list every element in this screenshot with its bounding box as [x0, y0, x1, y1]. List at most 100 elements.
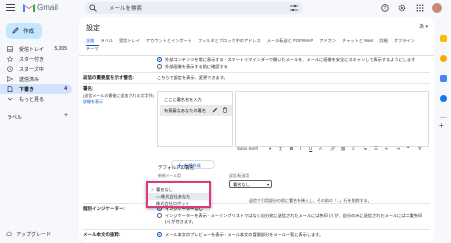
signature-label: 署名:	[83, 86, 94, 91]
upgrade-label: アップグレード	[16, 232, 52, 238]
search-icon[interactable]	[89, 4, 97, 12]
dropdown-option-1[interactable]: ○○株式会社あなた	[148, 193, 209, 200]
show-indicators-radio[interactable]	[157, 213, 162, 218]
sidebar-item-inbox[interactable]: 受信トレイ 5,205	[0, 44, 72, 54]
app-name: Gmail	[37, 3, 58, 12]
keep-icon[interactable]	[440, 55, 447, 62]
link-button[interactable]: 🔗	[330, 146, 336, 152]
numbered-list-button[interactable]: ≔	[363, 146, 368, 152]
indent-button[interactable]: ⇥	[396, 146, 400, 152]
quote-button[interactable]: ❝	[407, 146, 409, 152]
sidebar-item-snoozed[interactable]: スヌーズ中	[0, 64, 72, 74]
tab-accounts[interactable]: アカウントとインポート	[146, 37, 192, 45]
sidebar: 作成 受信トレイ 5,205 スター付き スヌーズ中 送信済み 下書き 4 もっ…	[0, 17, 76, 243]
sidebar-item-more[interactable]: もっと見る	[0, 94, 72, 104]
bullet-list-button[interactable]: ☰	[374, 146, 378, 152]
external-images-ask-label: 外部画像を表示する前に確認する	[165, 64, 228, 69]
divider	[83, 83, 430, 84]
sidebar-item-drafts[interactable]: 下書き 4	[0, 84, 72, 94]
top-bar: Gmail メールを検索 ?	[0, 0, 451, 17]
importance-label: 返信の重要度を示す警告:	[83, 75, 134, 80]
signature-item[interactable]: ここに署名名を入力	[160, 94, 232, 105]
remove-format-button[interactable]: T̸	[418, 146, 421, 151]
unread-count: 5,205	[54, 46, 67, 52]
dropdown-option-none[interactable]: ✓ 署名なし	[148, 186, 209, 193]
new-email-signature-label: 新規メール用	[158, 174, 181, 178]
search-input[interactable]: メールを検索	[109, 4, 142, 12]
font-size-button[interactable]: T̲	[279, 146, 282, 151]
image-button[interactable]: ▨	[341, 146, 345, 152]
align-button[interactable]: ≡	[352, 146, 355, 151]
reply-signature-value: 署名なし	[233, 182, 250, 187]
dropdown-option-label: 株式会社ロボット	[156, 201, 190, 206]
compose-label: 作成	[23, 29, 35, 35]
sidebar-item-starred[interactable]: スター付き	[0, 54, 72, 64]
tab-chat-meet[interactable]: チャットと Meet	[342, 37, 373, 45]
snippets-label: メール本文の抜粋:	[83, 232, 121, 237]
sidebar-item-sent[interactable]: 送信済み	[0, 74, 72, 84]
outdent-button[interactable]: ⇤	[385, 146, 389, 152]
sidebar-item-label: 送信済み	[19, 77, 40, 83]
menu-icon[interactable]	[6, 4, 15, 12]
calendar-icon[interactable]	[440, 35, 447, 42]
importance-text: こちらで設定を表示、変更できます。	[157, 75, 228, 80]
tab-forwarding[interactable]: メール転送と POP/IMAP	[267, 37, 314, 45]
show-snippets-label: メール本文のプレビューを表示 - メール本文の冒頭部分をメール一覧に表示します。	[165, 232, 324, 237]
font-select[interactable]: Sans Serif	[237, 146, 258, 151]
search-bar[interactable]: メールを検索	[84, 2, 303, 14]
add-label-button[interactable]: +	[64, 112, 68, 119]
tab-themes[interactable]: テーマ	[86, 45, 99, 53]
bold-button[interactable]: B	[290, 146, 293, 151]
tab-filters[interactable]: フィルタとブロック中のアドレス	[198, 37, 261, 45]
dropdown-option-2[interactable]: 株式会社ロボット	[148, 200, 209, 207]
get-addons-icon[interactable]: +	[439, 121, 444, 130]
apps-grid-icon[interactable]	[416, 4, 424, 12]
underline-button[interactable]: U	[309, 146, 312, 151]
gmail-logo-icon[interactable]	[23, 3, 35, 12]
tune-icon[interactable]	[290, 4, 298, 12]
signature-item-label: ここに署名名を入力	[164, 97, 202, 102]
divider	[83, 229, 430, 230]
sidebar-item-label: スター付き	[19, 57, 45, 63]
tasks-icon[interactable]	[440, 75, 447, 82]
signature-editor[interactable]	[235, 91, 429, 147]
text-color-button[interactable]: A	[319, 146, 322, 151]
tab-addons[interactable]: アドオン	[319, 37, 336, 45]
settings-tabs: 全般 ラベル 受信トレイ アカウントとインポート フィルタとブロック中のアドレス メール転…	[86, 37, 430, 53]
input-tools-toggle[interactable]: あ ▾	[419, 23, 428, 30]
show-indicators-label: インジケーターを表示 - メーリングリストではなく自分宛に送信されたメールには矢…	[165, 213, 423, 224]
formatting-toolbar: Sans Serif ▾ T̲ B I U A 🔗 ▨ ≡ ≔ ☰ ⇤ ⇥ ❝ …	[235, 144, 429, 154]
help-icon[interactable]: ?	[381, 4, 389, 12]
avatar[interactable]	[432, 3, 442, 13]
italic-button[interactable]: I	[300, 146, 301, 151]
external-images-ask-radio[interactable]	[157, 64, 162, 69]
edit-icon[interactable]	[212, 107, 218, 113]
chevron-down-icon: ▾	[269, 146, 272, 151]
sidebar-item-label: 受信トレイ	[19, 47, 45, 53]
signature-item-selected[interactable]: 有意義なあなたの署名	[160, 105, 232, 116]
reply-signature-select[interactable]: 署名なし ▾	[229, 180, 272, 188]
divider	[83, 72, 430, 73]
labels-heading: ラベル	[7, 115, 23, 121]
sidebar-item-label: 下書き	[19, 87, 35, 93]
contacts-icon[interactable]	[440, 95, 447, 102]
tab-labels[interactable]: ラベル	[100, 37, 113, 45]
tab-general[interactable]: 全般	[86, 37, 94, 45]
tab-inbox[interactable]: 受信トレイ	[119, 37, 140, 45]
sidebar-item-label: もっと見る	[19, 97, 45, 103]
compose-button[interactable]: 作成	[6, 23, 42, 39]
page-title: 設定	[86, 25, 100, 32]
trash-icon[interactable]	[222, 107, 228, 113]
send-icon	[7, 76, 13, 82]
gear-icon[interactable]	[398, 4, 406, 12]
show-snippets-radio[interactable]	[157, 232, 162, 237]
tab-advanced[interactable]: 詳細	[379, 37, 387, 45]
signature-learn-more-link[interactable]: 詳細を表示	[83, 99, 103, 105]
draft-count: 4	[64, 86, 67, 92]
pencil-icon	[12, 27, 19, 34]
sidebar-item-label: スヌーズ中	[19, 67, 44, 73]
divider	[83, 203, 430, 204]
reply-signature-label: 返信/転送用	[229, 174, 250, 178]
tab-offline[interactable]: オフライン	[394, 37, 415, 45]
external-images-on-radio[interactable]	[157, 57, 162, 62]
